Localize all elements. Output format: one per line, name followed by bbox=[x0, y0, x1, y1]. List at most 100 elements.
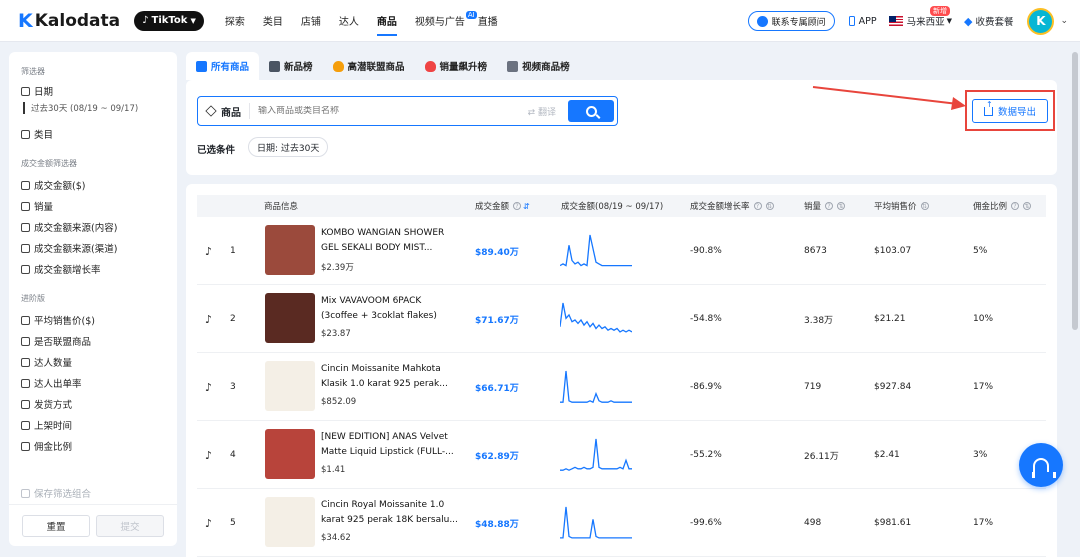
table-row[interactable]: ♪ 5 Cincin Royal Moissanite 1.0 karat 925 … bbox=[197, 489, 1046, 557]
nav-shop[interactable]: 店铺 bbox=[301, 0, 321, 42]
save-filter-combo[interactable]: 保存筛选组合 bbox=[21, 486, 91, 500]
filter-gmv-growth[interactable]: 成交金额增长率 bbox=[21, 262, 101, 276]
fire-icon bbox=[332, 60, 344, 72]
pricing-link[interactable]: ◆ 收费套餐 bbox=[964, 14, 1013, 29]
filter-creator-conversion[interactable]: 达人出单率 bbox=[21, 376, 82, 390]
table-row[interactable]: ♪ 2 Mix VAVAVOOM 6PACK (3coffee + 3coklat … bbox=[197, 285, 1046, 353]
tiktok-icon: ♪ bbox=[205, 516, 213, 530]
sort-icon[interactable]: ⇅ bbox=[837, 202, 846, 210]
line-chart-icon bbox=[21, 378, 30, 388]
nav-live-label: 直播 bbox=[477, 17, 498, 28]
header-sales[interactable]: 销量? ⇅ bbox=[804, 195, 846, 217]
filter-affiliate[interactable]: 是否联盟商品 bbox=[21, 334, 91, 348]
rank: 5 bbox=[230, 518, 236, 528]
product-thumbnail[interactable] bbox=[265, 429, 315, 479]
consult-label: 联系专属顾问 bbox=[771, 17, 826, 28]
sales-value: 3.38万 bbox=[804, 315, 834, 326]
brand-logo[interactable]: K Kalodata bbox=[18, 10, 120, 32]
filter-listing-time[interactable]: 上架时间 bbox=[21, 418, 72, 432]
filter-label: 成交金额来源(内容) bbox=[34, 223, 118, 234]
export-data-button[interactable]: 数据导出 bbox=[972, 99, 1048, 123]
tab-high-potential[interactable]: 高潜联盟商品 bbox=[323, 52, 415, 80]
dollar-icon bbox=[21, 180, 30, 190]
nav-product[interactable]: 商品 bbox=[376, 0, 397, 42]
nav-creator[interactable]: 达人 bbox=[339, 0, 359, 42]
filter-title: 筛选器 bbox=[21, 67, 45, 76]
tab-all-products[interactable]: 所有商品 bbox=[186, 52, 260, 80]
translate-button[interactable]: ⇄ 翻译 bbox=[528, 105, 556, 118]
product-thumbnail[interactable] bbox=[265, 225, 315, 275]
product-name[interactable]: Cincin Moissanite Mahkota Klasik 1.0 kar… bbox=[321, 362, 459, 392]
table-row[interactable]: ♪ 3 Cincin Moissanite Mahkota Klasik 1.0 k… bbox=[197, 353, 1046, 421]
phone-icon bbox=[848, 16, 855, 26]
header-gmv[interactable]: 成交金额? ⇵ bbox=[475, 195, 530, 217]
consult-button[interactable]: 联系专属顾问 bbox=[747, 11, 835, 31]
save-icon bbox=[21, 488, 30, 498]
region-selector[interactable]: 马来西亚 ▼ 新增 bbox=[888, 6, 952, 28]
table-row[interactable]: ♪ 4 [NEW EDITION] ANAS Velvet Matte Liquid… bbox=[197, 421, 1046, 489]
search-scope[interactable]: 商品 bbox=[198, 103, 250, 119]
top-right-actions: 联系专属顾问 APP 马来西亚 ▼ 新增 ◆ 收费套餐 K ⌄ bbox=[747, 0, 1080, 42]
platform-selector[interactable]: ♪ TikTok ▼ bbox=[134, 10, 204, 31]
product-name[interactable]: Cincin Royal Moissanite 1.0 karat 925 pe… bbox=[321, 498, 459, 528]
header-avg-price[interactable]: 平均销售价 ⇅ bbox=[874, 195, 929, 217]
chevron-down-icon: ▼ bbox=[946, 17, 952, 25]
commission-value: 5% bbox=[973, 246, 988, 256]
help-icon[interactable]: ? bbox=[1011, 202, 1020, 210]
tab-video-products[interactable]: 视频商品榜 bbox=[497, 52, 580, 80]
condition-chip-date[interactable]: 日期: 过去30天 bbox=[248, 137, 329, 157]
product-name[interactable]: Mix VAVAVOOM 6PACK (3coffee + 3coklat fl… bbox=[321, 294, 459, 324]
help-icon[interactable]: ? bbox=[753, 202, 762, 210]
search-button[interactable] bbox=[568, 100, 614, 122]
tab-new-products[interactable]: 新品榜 bbox=[259, 52, 323, 80]
sort-icon[interactable]: ⇅ bbox=[765, 202, 774, 210]
nav-video-ads[interactable]: 视频与广告 AI 直播 bbox=[415, 0, 498, 42]
nav-category[interactable]: 类目 bbox=[263, 0, 283, 42]
tab-label: 视频商品榜 bbox=[522, 62, 570, 73]
header-commission[interactable]: 佣金比例? ⇅ bbox=[973, 195, 1032, 217]
headset-icon bbox=[1032, 458, 1056, 478]
product-name[interactable]: KOMBO WANGIAN SHOWER GEL SEKALI BODY MIS… bbox=[321, 226, 459, 256]
product-thumbnail[interactable] bbox=[265, 497, 315, 547]
growth-value: -99.6% bbox=[690, 518, 722, 528]
filter-commission[interactable]: 佣金比例 bbox=[21, 439, 72, 453]
filter-creator-count[interactable]: 达人数量 bbox=[21, 355, 72, 369]
filter-label: 是否联盟商品 bbox=[34, 337, 92, 348]
filter-shipping[interactable]: 发货方式 bbox=[21, 397, 72, 411]
filter-gmv-source-content[interactable]: 成交金额来源(内容) bbox=[21, 220, 117, 234]
page-scrollbar[interactable] bbox=[1072, 52, 1078, 330]
app-link[interactable]: APP bbox=[848, 16, 877, 27]
user-avatar[interactable]: K bbox=[1027, 7, 1055, 35]
filter-sales[interactable]: 销量 bbox=[21, 199, 53, 213]
sort-icon[interactable]: ⇅ bbox=[920, 202, 929, 210]
tiktok-icon: ♪ bbox=[205, 312, 213, 326]
help-icon[interactable]: ? bbox=[825, 202, 834, 210]
search-input[interactable] bbox=[258, 106, 528, 116]
gmv-filter-group: 成交金额筛选器 bbox=[21, 159, 77, 168]
product-thumbnail[interactable] bbox=[265, 293, 315, 343]
sort-icon[interactable]: ⇵ bbox=[523, 202, 530, 211]
customer-support-button[interactable] bbox=[1019, 443, 1063, 487]
filter-avg-price[interactable]: 平均销售价($) bbox=[21, 313, 95, 327]
product-thumbnail[interactable] bbox=[265, 361, 315, 411]
table-row[interactable]: ♪ 1 KOMBO WANGIAN SHOWER GEL SEKALI BODY M… bbox=[197, 217, 1046, 285]
product-name[interactable]: [NEW EDITION] ANAS Velvet Matte Liquid L… bbox=[321, 430, 459, 460]
filter-category[interactable]: 类目 bbox=[21, 127, 53, 141]
tiktok-icon: ♪ bbox=[142, 15, 149, 26]
chevron-down-icon[interactable]: ⌄ bbox=[1060, 16, 1068, 26]
sales-value: 719 bbox=[804, 382, 822, 392]
reset-button[interactable]: 重置 bbox=[22, 514, 90, 537]
tab-sales-surge[interactable]: 销量飙升榜 bbox=[415, 52, 498, 80]
submit-button[interactable]: 提交 bbox=[96, 514, 164, 537]
filter-date-value[interactable]: 过去30天 (08/19 ~ 09/17) bbox=[23, 102, 138, 114]
sort-icon[interactable]: ⇅ bbox=[1023, 202, 1032, 210]
filter-gmv-source-channel[interactable]: 成交金额来源(渠道) bbox=[21, 241, 117, 255]
help-icon[interactable]: ? bbox=[513, 202, 522, 210]
bar-chart-icon bbox=[21, 264, 30, 274]
translate-icon: ⇄ bbox=[527, 107, 538, 118]
filter-gmv[interactable]: 成交金额($) bbox=[21, 178, 85, 192]
filter-date[interactable]: 日期 bbox=[21, 84, 53, 98]
chevron-down-icon: ▼ bbox=[190, 16, 196, 25]
header-growth[interactable]: 成交金额增长率? ⇅ bbox=[690, 195, 774, 217]
nav-explore[interactable]: 探索 bbox=[225, 0, 245, 42]
